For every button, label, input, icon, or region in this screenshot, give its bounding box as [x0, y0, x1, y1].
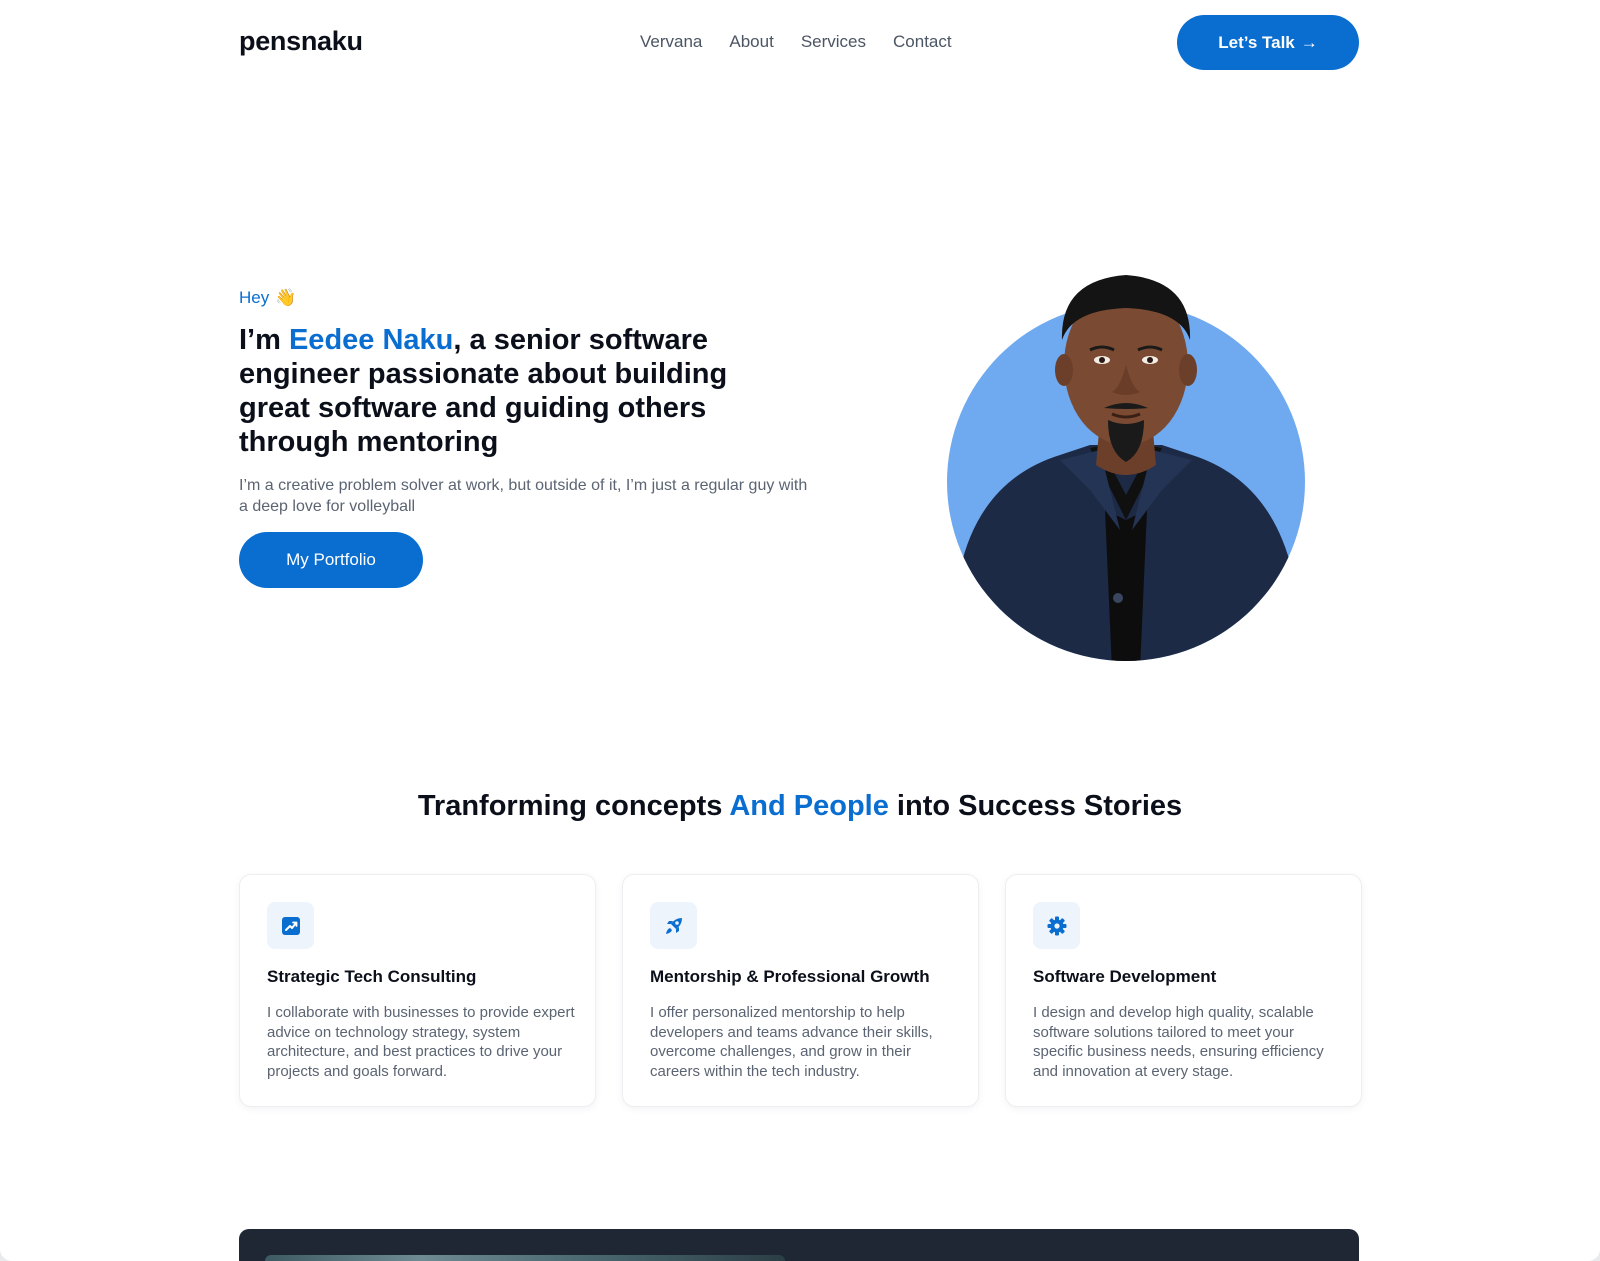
avatar [940, 270, 1320, 670]
service-card-title: Mentorship & Professional Growth [650, 967, 930, 986]
service-card-mentorship: Mentorship & Professional Growth I offer… [622, 874, 979, 1107]
service-card-text: I collaborate with businesses to provide… [267, 1004, 575, 1080]
page: pensnaku Vervana About Services Contact … [0, 0, 1600, 1261]
greeting-text: Hey [239, 288, 270, 307]
waving-hand-icon: 👋 [275, 288, 297, 307]
nav-link-vervana[interactable]: Vervana [640, 32, 702, 52]
site-logo[interactable]: pensnaku [239, 26, 363, 57]
avatar-portrait-image [947, 275, 1305, 661]
services-heading-part2: into Success Stories [888, 790, 1183, 822]
arrow-right-icon: → [1300, 32, 1318, 52]
nav-link-about[interactable]: About [729, 32, 773, 52]
rocket-icon [650, 902, 697, 949]
hero-title: I’m Eedee Naku, a senior software engine… [239, 323, 759, 459]
gear-icon [1033, 902, 1080, 949]
service-card-text: I offer personalized mentorship to help … [650, 1004, 933, 1080]
service-card-title: Software Development [1033, 967, 1217, 986]
dark-feature-section [239, 1229, 1359, 1261]
my-portfolio-button[interactable]: My Portfolio [239, 532, 423, 588]
nav-link-services[interactable]: Services [801, 32, 866, 52]
hero-title-prefix: I’m [239, 324, 289, 356]
services-heading-part1: Tranforming concepts [417, 790, 730, 822]
hero-greeting: Hey 👋 [239, 288, 296, 308]
service-card-text: I design and develop high quality, scala… [1033, 1004, 1324, 1080]
lets-talk-label: Let’s Talk [1218, 32, 1295, 52]
trending-chart-icon [267, 902, 314, 949]
services-heading-accent: And People [729, 790, 889, 822]
service-card-title: Strategic Tech Consulting [267, 967, 477, 986]
main-nav: Vervana About Services Contact [640, 32, 979, 52]
services-cards: Strategic Tech Consulting I collaborate … [239, 874, 1362, 1107]
hero-subtitle: I’m a creative problem solver at work, b… [239, 477, 808, 515]
lets-talk-button[interactable]: Let’s Talk → [1177, 15, 1359, 70]
hero-title-name: Eedee Naku [288, 324, 454, 356]
nav-link-contact[interactable]: Contact [893, 32, 952, 52]
service-card-development: Software Development I design and develo… [1005, 874, 1362, 1107]
services-heading: Tranforming concepts And People into Suc… [0, 790, 1600, 823]
section-image-edge [265, 1255, 785, 1261]
service-card-consulting: Strategic Tech Consulting I collaborate … [239, 874, 596, 1107]
